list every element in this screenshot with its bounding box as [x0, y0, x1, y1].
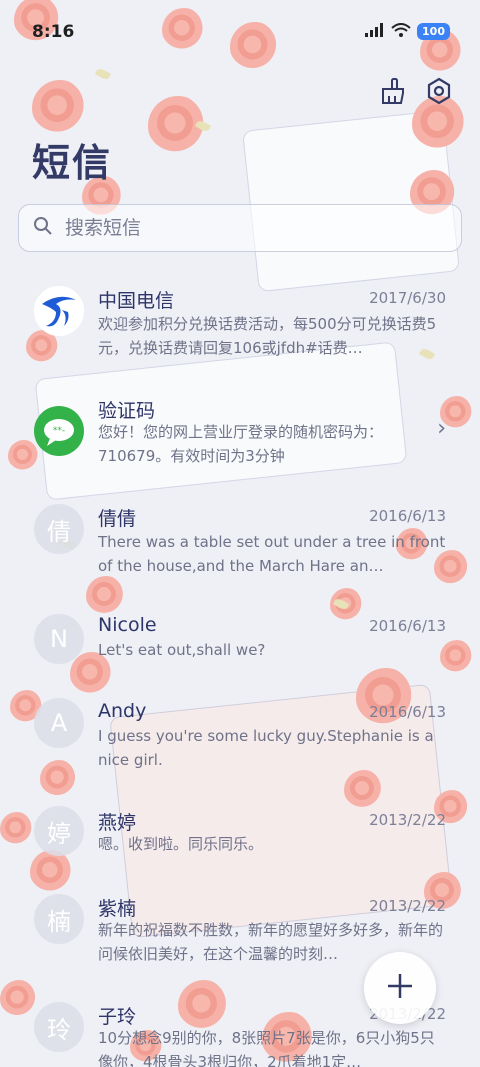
contact-avatar: 倩: [34, 504, 84, 554]
gear-icon: [425, 77, 453, 109]
search-icon: [33, 216, 53, 240]
chevron-right-icon: ›: [437, 416, 446, 441]
conversation-date: 2016/6/13: [369, 703, 446, 721]
contact-avatar: N: [34, 614, 84, 664]
conversation-date: 2016/6/13: [369, 617, 446, 635]
conversation-item[interactable]: N Nicole 2016/6/13 Let's eat out,shall w…: [0, 606, 480, 686]
china-telecom-logo-icon: [34, 286, 84, 336]
conversation-date: 2013/2/22: [369, 811, 446, 829]
conversation-preview: There was a table set out under a tree i…: [98, 533, 446, 575]
conversation-name: Nicole: [98, 614, 157, 636]
contact-avatar: 楠: [34, 894, 84, 944]
conversation-item[interactable]: 中国电信 2017/6/30 欢迎参加积分兑换话费活动，每500分可兑换话费5元…: [0, 276, 480, 380]
conversation-date: 2016/6/13: [369, 507, 446, 525]
conversation-name: 紫楠: [98, 898, 137, 920]
conversation-item[interactable]: 倩 倩倩 2016/6/13 There was a table set out…: [0, 496, 480, 600]
conversation-item[interactable]: **- 验证码 您好！您的网上营业厅登录的随机密码为：710679。有效时间为3…: [0, 386, 480, 490]
verification-code-icon: **-: [34, 406, 84, 456]
conversation-preview: Let's eat out,shall we?: [98, 641, 266, 659]
broom-icon: [377, 77, 405, 109]
new-message-button[interactable]: [364, 952, 436, 1024]
battery-indicator: 100: [417, 23, 450, 40]
conversation-name: 验证码: [98, 400, 156, 422]
conversation-preview: I guess you're some lucky guy.Stephanie …: [98, 727, 434, 769]
contact-avatar: 婷: [34, 806, 84, 856]
search-bar[interactable]: [18, 204, 462, 252]
conversation-name: 倩倩: [98, 508, 137, 530]
conversation-preview: 欢迎参加积分兑换话费活动，每500分可兑换话费5元，兑换话费请回复106或jfd…: [98, 315, 437, 357]
status-time: 8:16: [32, 22, 75, 42]
page-title: 短信: [32, 141, 113, 185]
conversation-preview: 您好！您的网上营业厅登录的随机密码为：710679。有效时间为3分钟: [98, 423, 384, 465]
status-icons: 100: [365, 22, 450, 41]
contact-avatar: 玲: [34, 1002, 84, 1052]
conversation-item[interactable]: A Andy 2016/6/13 I guess you're some luc…: [0, 692, 480, 796]
contact-avatar: A: [34, 698, 84, 748]
svg-text:**-: **-: [53, 426, 65, 436]
conversation-preview: 10分想念9别的你，8张照片7张是你，6只小狗5只像你，4根骨头3根归你，2爪着…: [98, 1029, 435, 1067]
conversation-date: 2017/6/30: [369, 289, 446, 307]
signal-icon: [365, 22, 385, 41]
wifi-icon: [391, 22, 411, 41]
top-actions: [376, 77, 454, 109]
clean-button[interactable]: [376, 78, 406, 108]
plus-icon: [385, 971, 415, 1005]
conversation-name: 中国电信: [98, 290, 175, 312]
conversation-name: 燕婷: [98, 812, 137, 834]
conversation-date: 2013/2/22: [369, 897, 446, 915]
status-bar: 8:16 100: [0, 0, 480, 64]
conversation-item[interactable]: 婷 燕婷 2013/2/22 嗯。收到啦。同乐同乐。: [0, 800, 480, 880]
conversation-name: 子玲: [98, 1006, 137, 1028]
search-input[interactable]: [63, 216, 427, 240]
conversation-preview: 嗯。收到啦。同乐同乐。: [98, 835, 264, 853]
settings-button[interactable]: [424, 77, 454, 109]
conversation-name: Andy: [98, 700, 147, 722]
